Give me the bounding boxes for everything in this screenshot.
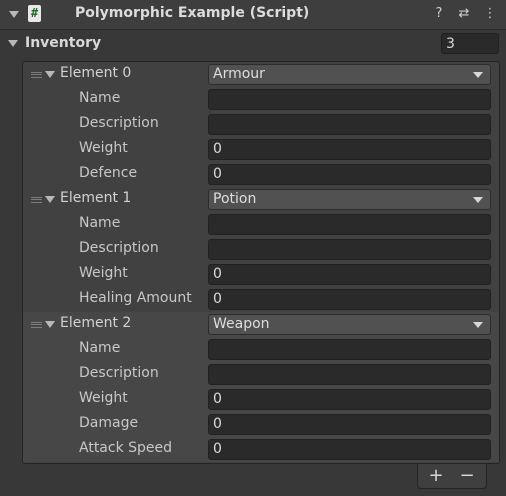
inventory-label[interactable]: Inventory bbox=[25, 35, 101, 51]
inventory-foldout-arrow-icon[interactable] bbox=[8, 40, 18, 47]
field-row: Weight 0 bbox=[23, 262, 499, 287]
type-dropdown[interactable]: Armour bbox=[208, 64, 491, 85]
name-input[interactable] bbox=[208, 214, 491, 235]
weight-input[interactable]: 0 bbox=[208, 389, 491, 410]
field-row: Attack Speed 0 bbox=[23, 437, 499, 462]
name-input[interactable] bbox=[208, 89, 491, 110]
weight-input[interactable]: 0 bbox=[208, 264, 491, 285]
description-input[interactable] bbox=[208, 364, 491, 385]
chevron-down-icon bbox=[473, 197, 483, 203]
drag-handle-icon[interactable] bbox=[31, 197, 42, 203]
field-label: Weight bbox=[79, 140, 128, 156]
defence-input[interactable]: 0 bbox=[208, 164, 491, 185]
element-foldout-arrow-icon[interactable] bbox=[45, 196, 55, 203]
field-row: Weight 0 bbox=[23, 387, 499, 412]
add-element-button[interactable]: + bbox=[426, 465, 446, 486]
component-title: Polymorphic Example (Script) bbox=[75, 5, 310, 21]
field-row: Healing Amount 0 bbox=[23, 287, 499, 312]
healing-amount-input[interactable]: 0 bbox=[208, 289, 491, 310]
drag-handle-icon[interactable] bbox=[31, 72, 42, 78]
remove-element-button[interactable]: − bbox=[457, 465, 477, 486]
description-input[interactable] bbox=[208, 114, 491, 135]
field-label: Name bbox=[79, 340, 121, 356]
script-icon: # bbox=[28, 5, 41, 22]
element-label[interactable]: Element 0 bbox=[60, 65, 131, 81]
list-footer: + − bbox=[417, 464, 487, 489]
field-label: Healing Amount bbox=[79, 290, 192, 306]
element-label[interactable]: Element 2 bbox=[60, 315, 131, 331]
type-dropdown-value: Armour bbox=[213, 66, 265, 82]
field-row: Name bbox=[23, 212, 499, 237]
chevron-down-icon bbox=[473, 322, 483, 328]
type-dropdown[interactable]: Potion bbox=[208, 189, 491, 210]
field-label: Description bbox=[79, 365, 159, 381]
field-label: Description bbox=[79, 115, 159, 131]
description-input[interactable] bbox=[208, 239, 491, 260]
drag-handle-icon[interactable] bbox=[31, 322, 42, 328]
component-foldout-arrow-icon[interactable] bbox=[9, 11, 19, 18]
more-vertical-icon[interactable]: ⋮ bbox=[483, 6, 497, 21]
list-item: Element 1 Potion bbox=[23, 187, 499, 212]
field-row: Description bbox=[23, 237, 499, 262]
type-dropdown-value: Weapon bbox=[213, 316, 270, 332]
name-input[interactable] bbox=[208, 339, 491, 360]
field-row: Weight 0 bbox=[23, 137, 499, 162]
element-foldout-arrow-icon[interactable] bbox=[45, 71, 55, 78]
field-label: Name bbox=[79, 215, 121, 231]
field-row: Damage 0 bbox=[23, 412, 499, 437]
field-label: Weight bbox=[79, 390, 128, 406]
field-label: Description bbox=[79, 240, 159, 256]
field-row: Defence 0 bbox=[23, 162, 499, 187]
component-header: # Polymorphic Example (Script) ? ⇄ ⋮ bbox=[0, 0, 506, 30]
inventory-size-field[interactable]: 3 bbox=[441, 33, 499, 54]
list-item: Element 2 Weapon bbox=[23, 312, 499, 337]
settings-sliders-icon[interactable]: ⇄ bbox=[457, 6, 471, 21]
field-row: Description bbox=[23, 362, 499, 387]
field-row: Name bbox=[23, 87, 499, 112]
field-label: Name bbox=[79, 90, 121, 106]
field-row: Description bbox=[23, 112, 499, 137]
type-dropdown[interactable]: Weapon bbox=[208, 314, 491, 335]
field-label: Damage bbox=[79, 415, 139, 431]
field-label: Defence bbox=[79, 165, 138, 181]
element-foldout-arrow-icon[interactable] bbox=[45, 321, 55, 328]
attack-speed-input[interactable]: 0 bbox=[208, 439, 491, 460]
help-icon[interactable]: ? bbox=[432, 6, 446, 21]
field-label: Attack Speed bbox=[79, 440, 173, 456]
damage-input[interactable]: 0 bbox=[208, 414, 491, 435]
field-row: Name bbox=[23, 337, 499, 362]
type-dropdown-value: Potion bbox=[213, 191, 257, 207]
field-label: Weight bbox=[79, 265, 128, 281]
weight-input[interactable]: 0 bbox=[208, 139, 491, 160]
chevron-down-icon bbox=[473, 72, 483, 78]
element-label[interactable]: Element 1 bbox=[60, 190, 131, 206]
list-item: Element 0 Armour bbox=[23, 62, 499, 87]
